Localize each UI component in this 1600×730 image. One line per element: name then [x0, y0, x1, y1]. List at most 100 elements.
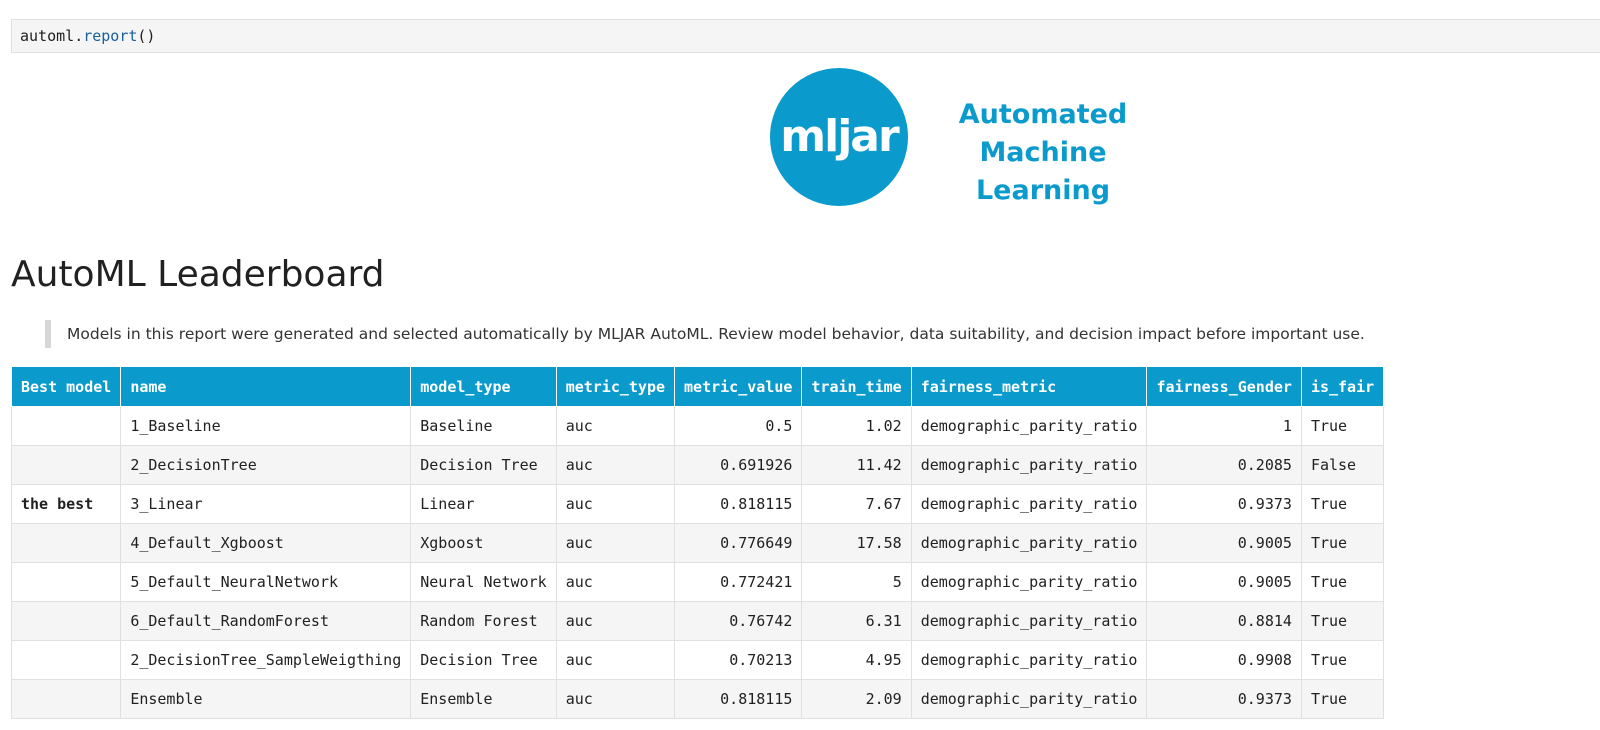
mljar-logo: mljar Automated Machine Learning	[770, 68, 1170, 208]
cell-train-time: 11.42	[801, 445, 912, 485]
cell-metric-value: 0.776649	[674, 523, 803, 563]
cell-model-type: Neural Network	[410, 562, 557, 602]
cell-fairness-gender: 0.9005	[1146, 523, 1302, 563]
cell-train-time: 2.09	[801, 679, 912, 719]
table-row: 5_Default_NeuralNetwork Neural Network a…	[10, 562, 1385, 602]
column-header-fairness-metric: fairness_metric	[910, 366, 1148, 407]
cell-metric-value: 0.691926	[674, 445, 803, 485]
cell-best-model	[10, 562, 122, 602]
code-cell[interactable]: automl.report()	[11, 19, 1600, 53]
cell-best-model: the best	[10, 484, 122, 524]
code-parens: ()	[137, 27, 156, 45]
cell-best-model	[10, 640, 122, 680]
cell-fairness-metric: demographic_parity_ratio	[910, 679, 1148, 719]
cell-fairness-metric: demographic_parity_ratio	[910, 406, 1148, 446]
logo-tagline: Automated Machine Learning	[918, 96, 1168, 210]
cell-train-time: 5	[801, 562, 912, 602]
cell-name: 2_DecisionTree	[120, 445, 412, 485]
table-row: 6_Default_RandomForest Random Forest auc…	[10, 601, 1385, 641]
cell-is-fair: True	[1300, 640, 1385, 680]
cell-fairness-metric: demographic_parity_ratio	[910, 484, 1148, 524]
table-row: 2_DecisionTree_SampleWeigthing Decision …	[10, 640, 1385, 680]
cell-train-time: 6.31	[801, 601, 912, 641]
cell-name: 2_DecisionTree_SampleWeigthing	[120, 640, 412, 680]
cell-name: 4_Default_Xgboost	[120, 523, 412, 563]
cell-model-type: Baseline	[410, 406, 557, 446]
cell-fairness-gender: 0.9908	[1146, 640, 1302, 680]
cell-fairness-metric: demographic_parity_ratio	[910, 601, 1148, 641]
logo-tagline-line2: Machine Learning	[975, 137, 1111, 206]
cell-fairness-metric: demographic_parity_ratio	[910, 562, 1148, 602]
cell-fairness-metric: demographic_parity_ratio	[910, 445, 1148, 485]
cell-fairness-gender: 0.9373	[1146, 484, 1302, 524]
disclaimer-note: Models in this report were generated and…	[45, 320, 1365, 348]
cell-fairness-gender: 0.9005	[1146, 562, 1302, 602]
cell-best-model	[10, 406, 122, 446]
column-header-metric-type: metric_type	[555, 366, 676, 407]
table-row: Ensemble Ensemble auc 0.818115 2.09 demo…	[10, 679, 1385, 719]
cell-is-fair: True	[1300, 523, 1385, 563]
cell-name: Ensemble	[120, 679, 412, 719]
column-header-model-type: model_type	[410, 366, 557, 407]
cell-best-model	[10, 601, 122, 641]
cell-fairness-metric: demographic_parity_ratio	[910, 640, 1148, 680]
cell-model-type: Linear	[410, 484, 557, 524]
cell-metric-type: auc	[555, 562, 676, 602]
cell-metric-value: 0.76742	[674, 601, 803, 641]
table-row: 4_Default_Xgboost Xgboost auc 0.776649 1…	[10, 523, 1385, 563]
table-row: the best 3_Linear Linear auc 0.818115 7.…	[10, 484, 1385, 524]
cell-name: 6_Default_RandomForest	[120, 601, 412, 641]
cell-metric-value: 0.818115	[674, 484, 803, 524]
cell-fairness-gender: 1	[1146, 406, 1302, 446]
cell-train-time: 4.95	[801, 640, 912, 680]
cell-metric-type: auc	[555, 640, 676, 680]
cell-metric-value: 0.70213	[674, 640, 803, 680]
cell-fairness-metric: demographic_parity_ratio	[910, 523, 1148, 563]
logo-circle: mljar	[770, 68, 908, 206]
cell-metric-value: 0.5	[674, 406, 803, 446]
table-row: 2_DecisionTree Decision Tree auc 0.69192…	[10, 445, 1385, 485]
cell-is-fair: True	[1300, 562, 1385, 602]
cell-fairness-gender: 0.8814	[1146, 601, 1302, 641]
code-method: report	[83, 27, 138, 45]
cell-metric-type: auc	[555, 445, 676, 485]
header-row: Best model name model_type metric_type m…	[10, 366, 1385, 407]
cell-metric-type: auc	[555, 484, 676, 524]
cell-metric-value: 0.818115	[674, 679, 803, 719]
cell-metric-type: auc	[555, 406, 676, 446]
cell-name: 1_Baseline	[120, 406, 412, 446]
code-dot: .	[74, 27, 84, 45]
cell-best-model	[10, 679, 122, 719]
cell-model-type: Decision Tree	[410, 445, 557, 485]
page-title: AutoML Leaderboard	[11, 254, 385, 295]
cell-metric-type: auc	[555, 523, 676, 563]
column-header-fairness-gender: fairness_Gender	[1146, 366, 1302, 407]
cell-model-type: Random Forest	[410, 601, 557, 641]
column-header-metric-value: metric_value	[674, 366, 803, 407]
cell-model-type: Ensemble	[410, 679, 557, 719]
cell-metric-type: auc	[555, 679, 676, 719]
cell-name: 3_Linear	[120, 484, 412, 524]
cell-name: 5_Default_NeuralNetwork	[120, 562, 412, 602]
leaderboard-table: Best model name model_type metric_type m…	[10, 366, 1385, 719]
cell-is-fair: True	[1300, 406, 1385, 446]
code-object: automl	[20, 27, 75, 45]
cell-metric-value: 0.772421	[674, 562, 803, 602]
cell-fairness-gender: 0.2085	[1146, 445, 1302, 485]
cell-is-fair: True	[1300, 484, 1385, 524]
column-header-train-time: train_time	[801, 366, 912, 407]
cell-fairness-gender: 0.9373	[1146, 679, 1302, 719]
logo-word: mljar	[780, 110, 899, 162]
table-row: 1_Baseline Baseline auc 0.5 1.02 demogra…	[10, 406, 1385, 446]
column-header-is-fair: is_fair	[1300, 366, 1385, 407]
column-header-name: name	[120, 366, 412, 407]
cell-train-time: 7.67	[801, 484, 912, 524]
cell-model-type: Decision Tree	[410, 640, 557, 680]
column-header-best-model: Best model	[10, 366, 122, 407]
logo-tagline-line1: Automated	[958, 99, 1128, 130]
cell-is-fair: True	[1300, 679, 1385, 719]
cell-train-time: 17.58	[801, 523, 912, 563]
cell-is-fair: True	[1300, 601, 1385, 641]
cell-train-time: 1.02	[801, 406, 912, 446]
cell-is-fair: False	[1300, 445, 1385, 485]
